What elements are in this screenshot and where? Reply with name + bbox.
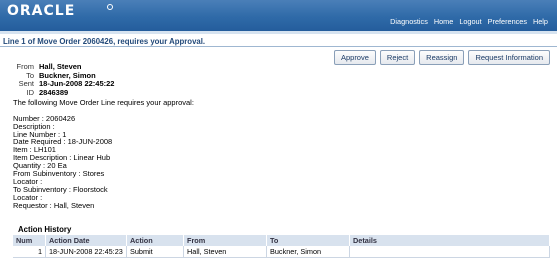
request-information-button[interactable]: Request Information: [468, 50, 550, 65]
cell-num: 1: [13, 246, 46, 258]
nav-preferences[interactable]: Preferences: [488, 17, 527, 26]
notification-body: The following Move Order Line requires y…: [13, 99, 194, 209]
global-nav: Diagnostics Home Logout Preferences Help: [390, 17, 548, 26]
nav-home[interactable]: Home: [434, 17, 453, 26]
body-line: Requestor : Hall, Steven: [13, 200, 95, 210]
reassign-button[interactable]: Reassign: [419, 50, 465, 65]
action-button-bar: Approve Reject Reassign Request Informat…: [333, 50, 550, 65]
id-label: ID: [26, 87, 35, 97]
nav-diagnostics[interactable]: Diagnostics: [390, 17, 428, 26]
table-header-row: Num Action Date Action From To Details: [13, 235, 550, 246]
notification-header: From Hall, Steven To Buckner, Simon Sent…: [10, 62, 115, 98]
from-label: From: [16, 62, 35, 71]
col-details: Details: [349, 235, 550, 246]
page-title: Line 1 of Move Order 2060426, requires y…: [3, 37, 206, 46]
registered-mark-icon: [107, 4, 113, 10]
sent-label: Sent: [18, 79, 34, 88]
cell-to: Buckner, Simon: [266, 246, 350, 258]
col-to: To: [266, 235, 350, 246]
col-num: Num: [13, 235, 46, 246]
cell-details: [349, 246, 550, 258]
cell-action: Submit: [126, 246, 184, 258]
id-value: 2846389: [39, 87, 69, 97]
cell-from: Hall, Steven: [183, 246, 267, 258]
col-from: From: [183, 235, 267, 246]
table-row: 1 18-JUN-2008 22:45:23 Submit Hall, Stev…: [13, 246, 550, 258]
title-divider: [0, 46, 557, 47]
approve-button[interactable]: Approve: [333, 50, 376, 65]
action-history-title: Action History: [18, 225, 72, 234]
col-action-date: Action Date: [45, 235, 127, 246]
body-line: The following Move Order Line requires y…: [13, 98, 194, 107]
oracle-logo: ORACLE: [7, 3, 76, 19]
col-action: Action: [126, 235, 184, 246]
nav-logout[interactable]: Logout: [459, 17, 481, 26]
id-row: ID 2846389: [10, 87, 114, 98]
header-divider: [0, 31, 557, 34]
reject-button[interactable]: Reject: [379, 50, 416, 65]
action-history-table: Num Action Date Action From To Details 1…: [13, 235, 550, 258]
nav-help[interactable]: Help: [533, 17, 548, 26]
global-header: ORACLE Diagnostics Home Logout Preferenc…: [0, 0, 557, 31]
cell-action-date: 18-JUN-2008 22:45:23: [45, 246, 127, 258]
